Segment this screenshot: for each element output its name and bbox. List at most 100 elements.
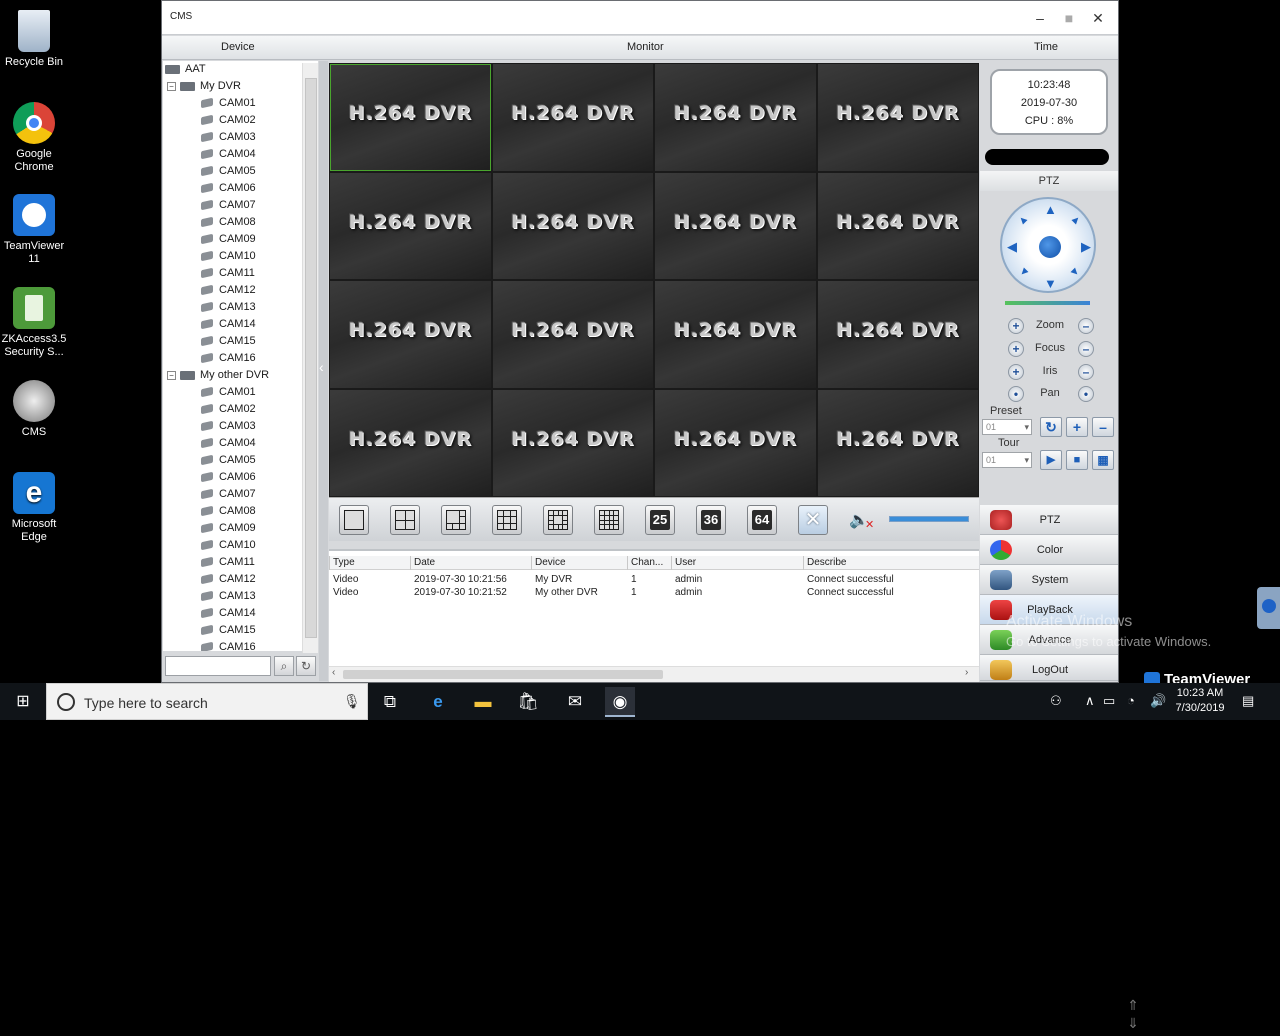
scroll-left-icon[interactable]: ‹ [332,667,335,678]
log-column-divider[interactable] [410,556,411,570]
preset-goto-icon[interactable]: ↻ [1040,417,1062,437]
window-titlebar[interactable]: CMS – ■ ✕ [162,1,1118,35]
tree-item-camera[interactable]: CAM02 [201,112,256,129]
desktop-icon-teamviewer[interactable]: TeamViewer 11 [0,194,68,266]
search-icon[interactable]: ⌕ [274,656,294,676]
tree-item-camera[interactable]: CAM16 [201,639,256,651]
ptz-down-right-icon[interactable]: ▼ [1067,264,1084,281]
tree-scrollbar[interactable] [302,63,318,653]
task-view-icon[interactable]: ⧉ [375,687,405,717]
video-cell[interactable]: H.264 DVR [655,64,816,171]
video-cell[interactable]: H.264 DVR [330,172,491,279]
layout-9-button[interactable] [492,505,522,535]
tree-item-camera[interactable]: CAM10 [201,537,256,554]
layout-25-button[interactable]: 25 [645,505,675,535]
video-cell[interactable]: H.264 DVR [330,389,491,496]
scroll-right-icon[interactable]: › [965,667,968,678]
video-cell[interactable]: H.264 DVR [817,172,978,279]
taskbar-search-box[interactable]: Type here to search 🎙 [46,683,368,720]
desktop-icon-edge[interactable]: e Microsoft Edge [0,472,68,544]
preset-remove-icon[interactable]: – [1092,417,1114,437]
microphone-icon[interactable]: 🎙 [343,693,361,710]
focus-out-button[interactable]: – [1078,341,1094,357]
wifi-icon[interactable]: ◔ [1127,693,1135,708]
tree-item-camera[interactable]: CAM03 [201,129,256,146]
video-cell[interactable]: H.264 DVR [492,64,653,171]
notification-icon[interactable]: ▤ [1242,693,1254,709]
tree-item-camera[interactable]: CAM04 [201,146,256,163]
layout-scroll-arrows[interactable]: ⇑ ⇓ [1122,996,1144,1036]
start-button[interactable]: ⊞ [0,683,46,720]
tree-item-camera[interactable]: CAM13 [201,299,256,316]
video-cell[interactable]: H.264 DVR [817,64,978,171]
log-scrollbar[interactable]: ‹ › [329,666,979,682]
tree-item-camera[interactable]: CAM15 [201,622,256,639]
layout-36-button[interactable]: 36 [696,505,726,535]
iris-close-button[interactable]: – [1078,364,1094,380]
video-cell[interactable]: H.264 DVR [492,172,653,279]
tree-item-camera[interactable]: CAM12 [201,571,256,588]
mute-icon[interactable]: 🔈 ✕ [849,510,877,532]
tree-search-input[interactable] [165,656,271,676]
layout-16-button[interactable] [594,505,624,535]
menu-system-button[interactable]: System [980,565,1118,595]
layout-1-button[interactable] [339,505,369,535]
store-icon[interactable]: 🛍 [513,687,543,717]
desktop-icon-recycle-bin[interactable]: Recycle Bin [0,10,68,69]
taskbar-clock[interactable]: 10:23 AM 7/30/2019 [1170,686,1230,716]
log-column-divider[interactable] [803,556,804,570]
log-column-divider[interactable] [531,556,532,570]
panel-splitter[interactable]: ‹ [319,61,328,681]
tree-item-camera[interactable]: CAM14 [201,316,256,333]
focus-in-button[interactable]: + [1008,341,1024,357]
layout-64-button[interactable]: 64 [747,505,777,535]
close-icon[interactable]: ✕ [1088,9,1108,27]
tree-group-dvr[interactable]: − My DVR [167,78,241,95]
tree-item-camera[interactable]: CAM13 [201,588,256,605]
battery-icon[interactable]: ▭ [1103,693,1115,709]
tree-item-camera[interactable]: CAM09 [201,231,256,248]
desktop-icon-cms[interactable]: CMS [0,380,68,439]
ptz-down-icon[interactable]: ▼ [1044,277,1057,290]
tree-item-camera[interactable]: CAM08 [201,503,256,520]
desktop-icon-zkaccess[interactable]: ZKAccess3.5 Security S... [0,287,68,359]
tree-item-camera[interactable]: CAM10 [201,248,256,265]
device-tree[interactable]: AAT − My DVR CAM01 CAM02 CAM03 CAM04 CAM05 CAM06… [163,61,318,651]
video-cell[interactable]: H.264 DVR [655,172,816,279]
tree-item-camera[interactable]: CAM05 [201,452,256,469]
zoom-out-button[interactable]: – [1078,318,1094,334]
tree-item-camera[interactable]: CAM14 [201,605,256,622]
edge-taskbar-icon[interactable]: e [423,687,453,717]
tree-item-camera[interactable]: CAM07 [201,486,256,503]
video-cell[interactable]: H.264 DVR [655,281,816,388]
log-column-header[interactable]: Chan... [631,557,663,568]
volume-slider[interactable] [889,516,969,522]
tour-stop-icon[interactable]: ■ [1066,450,1088,470]
video-cell[interactable]: H.264 DVR [492,281,653,388]
tree-group-dvr[interactable]: − My other DVR [167,367,269,384]
tree-item-camera[interactable]: CAM09 [201,520,256,537]
tree-item-camera[interactable]: CAM07 [201,197,256,214]
collapse-arrow-icon[interactable]: ‹ [319,359,324,375]
menu-color-button[interactable]: Color [980,535,1118,565]
tree-item-camera[interactable]: CAM04 [201,435,256,452]
log-column-header[interactable]: Type [333,557,355,568]
tree-item-camera[interactable]: CAM01 [201,95,256,112]
tree-item-camera[interactable]: CAM03 [201,418,256,435]
layout-6-button[interactable] [441,505,471,535]
iris-open-button[interactable]: + [1008,364,1024,380]
tree-item-camera[interactable]: CAM06 [201,180,256,197]
ptz-up-left-icon[interactable]: ▲ [1015,212,1032,229]
tree-item-camera[interactable]: CAM08 [201,214,256,231]
tray-expand-icon[interactable]: ∧ [1085,693,1095,709]
pan-stop-button[interactable]: • [1078,386,1094,402]
layout-4-button[interactable] [390,505,420,535]
log-column-header[interactable]: Date [414,557,435,568]
tour-select[interactable]: 01 [982,452,1032,468]
preset-select[interactable]: 01 [982,419,1032,435]
video-cell[interactable]: H.264 DVR [817,389,978,496]
tree-scrollbar-thumb[interactable] [305,78,317,638]
cms-taskbar-icon[interactable]: ◉ [605,687,635,717]
menu-logout-button[interactable]: LogOut [980,655,1118,681]
ptz-down-left-icon[interactable]: ▼ [1015,264,1032,281]
